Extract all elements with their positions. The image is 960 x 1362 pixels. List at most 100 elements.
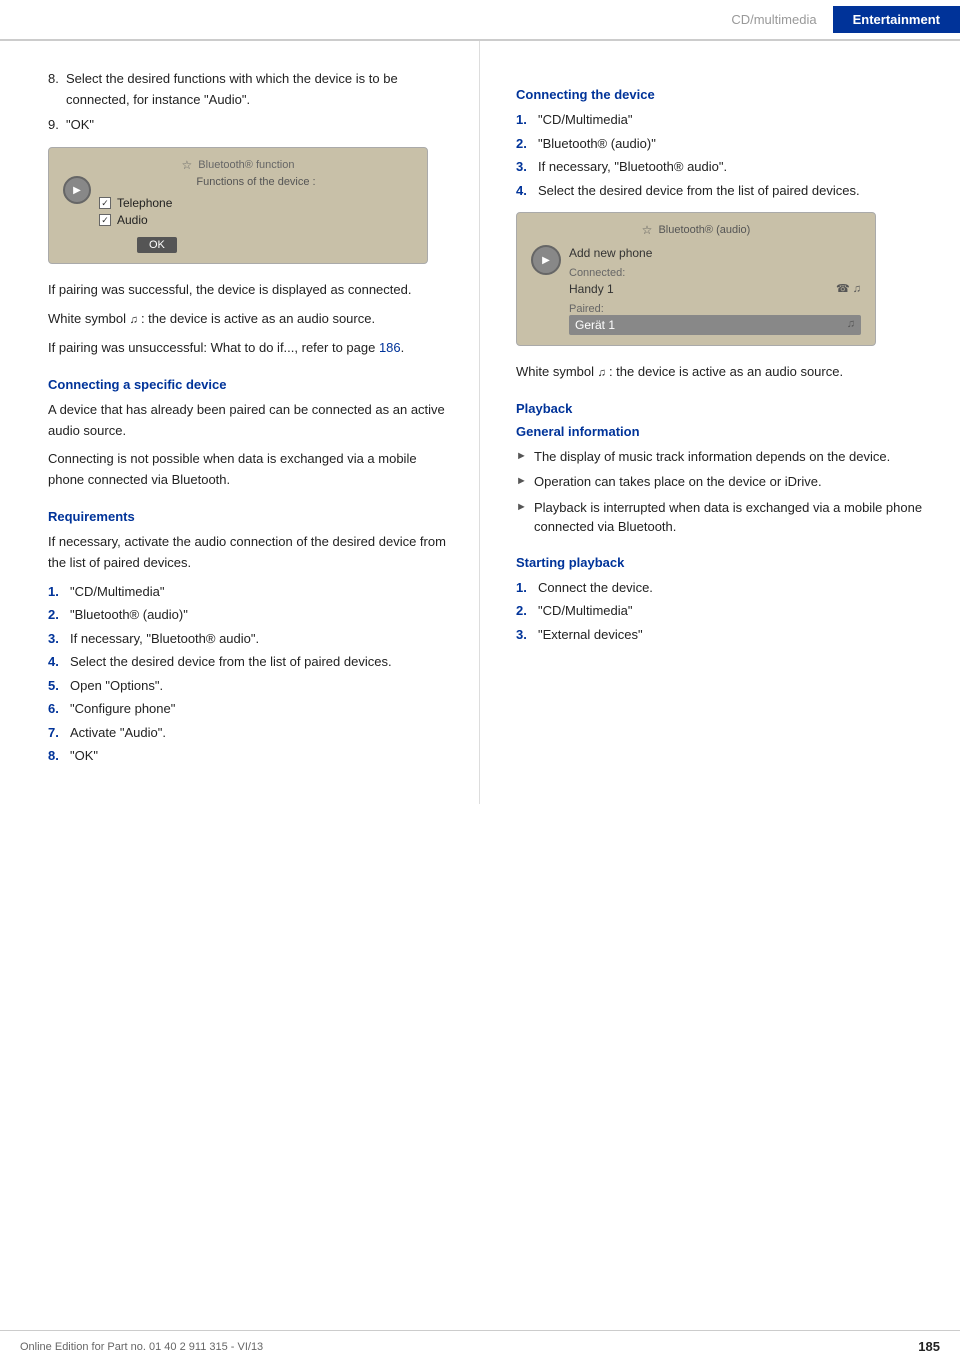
- start-step-1-text: Connect the device.: [538, 578, 932, 598]
- gerat1-icon: ♫: [847, 318, 855, 330]
- page-header: CD/multimedia Entertainment: [0, 0, 960, 41]
- left-steps-list: 1. "CD/Multimedia" 2. "Bluetooth® (audio…: [48, 582, 451, 766]
- starting-steps-list: 1. Connect the device. 2. "CD/Multimedia…: [516, 578, 932, 645]
- screen2-content: Add new phone Connected: Handy 1 ☎ ♫ Pai…: [569, 243, 861, 335]
- left-column: 8. Select the desired functions with whi…: [0, 41, 480, 804]
- right-column: Connecting the device 1. "CD/Multimedia"…: [480, 41, 960, 804]
- right-steps-list: 1. "CD/Multimedia" 2. "Bluetooth® (audio…: [516, 110, 932, 200]
- right-step-1-text: "CD/Multimedia": [538, 110, 932, 130]
- step-9-text: "OK": [66, 115, 451, 136]
- start-step-2-num: 2.: [516, 601, 538, 621]
- right-step-4-num: 4.: [516, 181, 538, 201]
- left-step-7-num: 7.: [48, 723, 70, 743]
- connecting-specific-para2: Connecting is not possible when data is …: [48, 449, 451, 491]
- general-info-heading: General information: [516, 424, 932, 439]
- screen1-title: ☆ Bluetooth® function: [63, 158, 413, 172]
- bullet-3: ► Playback is interrupted when data is e…: [516, 498, 932, 537]
- left-step-2: 2. "Bluetooth® (audio)": [48, 605, 451, 625]
- white-symbol-text-end: : the device is active as an audio sourc…: [141, 311, 375, 326]
- general-info-bullets: ► The display of music track information…: [516, 447, 932, 537]
- step-9-num: 9.: [48, 115, 66, 136]
- bullet-3-text: Playback is interrupted when data is exc…: [534, 498, 932, 537]
- start-step-3: 3. "External devices": [516, 625, 932, 645]
- step-9: 9. "OK": [48, 115, 451, 136]
- left-step-1-num: 1.: [48, 582, 70, 602]
- right-step-4-text: Select the desired device from the list …: [538, 181, 932, 201]
- screen2-row: ▶ Add new phone Connected: Handy 1 ☎ ♫ P…: [531, 243, 861, 335]
- start-step-3-num: 3.: [516, 625, 538, 645]
- header-entertainment: Entertainment: [833, 6, 960, 33]
- right-step-3: 3. If necessary, "Bluetooth® audio".: [516, 157, 932, 177]
- page-link-186[interactable]: 186: [379, 340, 401, 355]
- left-step-6: 6. "Configure phone": [48, 699, 451, 719]
- step-8-num: 8.: [48, 69, 66, 111]
- left-step-2-text: "Bluetooth® (audio)": [70, 605, 451, 625]
- bullet-1-text: The display of music track information d…: [534, 447, 932, 467]
- start-step-1-num: 1.: [516, 578, 538, 598]
- nav-circle-1: ▶: [63, 176, 91, 204]
- connected-label: Connected:: [569, 267, 861, 279]
- left-step-7: 7. Activate "Audio".: [48, 723, 451, 743]
- add-new-phone-item: Add new phone: [569, 243, 861, 263]
- left-step-6-text: "Configure phone": [70, 699, 451, 719]
- main-content: 8. Select the desired functions with whi…: [0, 41, 960, 804]
- connecting-specific-para1: A device that has already been paired ca…: [48, 400, 451, 442]
- right-step-3-text: If necessary, "Bluetooth® audio".: [538, 157, 932, 177]
- start-step-2: 2. "CD/Multimedia": [516, 601, 932, 621]
- left-step-6-num: 6.: [48, 699, 70, 719]
- gerat1-item: Gerät 1 ♫: [569, 315, 861, 335]
- left-step-3-text: If necessary, "Bluetooth® audio".: [70, 629, 451, 649]
- step-8-text: Select the desired functions with which …: [66, 69, 451, 111]
- right-step-4: 4. Select the desired device from the li…: [516, 181, 932, 201]
- right-step-3-num: 3.: [516, 157, 538, 177]
- starting-playback-heading: Starting playback: [516, 555, 932, 570]
- arrow-icon-2: ►: [516, 472, 534, 492]
- pairing-unsuccessful-para: If pairing was unsuccessful: What to do …: [48, 338, 451, 359]
- left-step-1: 1. "CD/Multimedia": [48, 582, 451, 602]
- requirements-heading: Requirements: [48, 509, 451, 524]
- header-cd-multimedia: CD/multimedia: [731, 12, 832, 27]
- connecting-specific-heading: Connecting a specific device: [48, 377, 451, 392]
- left-step-4-text: Select the desired device from the list …: [70, 652, 451, 672]
- footer-page: 185: [918, 1339, 940, 1354]
- handy1-item: Handy 1 ☎ ♫: [569, 279, 861, 299]
- pairing-success-para: If pairing was successful, the device is…: [48, 280, 451, 301]
- screen1-item1: ✓ Telephone: [99, 196, 413, 210]
- left-step-2-num: 2.: [48, 605, 70, 625]
- white-symbol-para: White symbol ♫ : the device is active as…: [48, 309, 451, 330]
- right-white-symbol-para: White symbol ♫ : the device is active as…: [516, 362, 932, 383]
- bullet-1: ► The display of music track information…: [516, 447, 932, 467]
- left-step-4: 4. Select the desired device from the li…: [48, 652, 451, 672]
- bluetooth-icon: ☆: [182, 158, 193, 172]
- left-step-5: 5. Open "Options".: [48, 676, 451, 696]
- page-footer: Online Edition for Part no. 01 40 2 911 …: [0, 1330, 960, 1362]
- left-step-8: 8. "OK": [48, 746, 451, 766]
- checkbox-audio: ✓: [99, 214, 111, 226]
- requirements-para: If necessary, activate the audio connect…: [48, 532, 451, 574]
- bluetooth-audio-screen: ☆ Bluetooth® (audio) ▶ Add new phone Con…: [516, 212, 876, 346]
- left-step-4-num: 4.: [48, 652, 70, 672]
- right-step-1: 1. "CD/Multimedia": [516, 110, 932, 130]
- bullet-2: ► Operation can takes place on the devic…: [516, 472, 932, 492]
- bluetooth-audio-icon: ☆: [642, 223, 653, 237]
- step-8: 8. Select the desired functions with whi…: [48, 69, 451, 111]
- screen1-subtitle: Functions of the device :: [99, 176, 413, 188]
- left-step-7-text: Activate "Audio".: [70, 723, 451, 743]
- bluetooth-function-screen: ☆ Bluetooth® function ▶ Functions of the…: [48, 147, 428, 264]
- right-music-note-icon: ♫: [598, 367, 609, 379]
- left-step-5-num: 5.: [48, 676, 70, 696]
- arrow-icon-1: ►: [516, 447, 534, 467]
- arrow-icon-3: ►: [516, 498, 534, 537]
- right-step-2-num: 2.: [516, 134, 538, 154]
- start-step-1: 1. Connect the device.: [516, 578, 932, 598]
- left-step-3-num: 3.: [48, 629, 70, 649]
- connecting-device-heading: Connecting the device: [516, 87, 932, 102]
- checkbox-telephone: ✓: [99, 197, 111, 209]
- left-step-1-text: "CD/Multimedia": [70, 582, 451, 602]
- paired-label: Paired:: [569, 303, 861, 315]
- start-step-2-text: "CD/Multimedia": [538, 601, 932, 621]
- screen1-ok-area: OK: [99, 231, 413, 253]
- screen1-item2: ✓ Audio: [99, 213, 413, 227]
- left-step-5-text: Open "Options".: [70, 676, 451, 696]
- bullet-2-text: Operation can takes place on the device …: [534, 472, 932, 492]
